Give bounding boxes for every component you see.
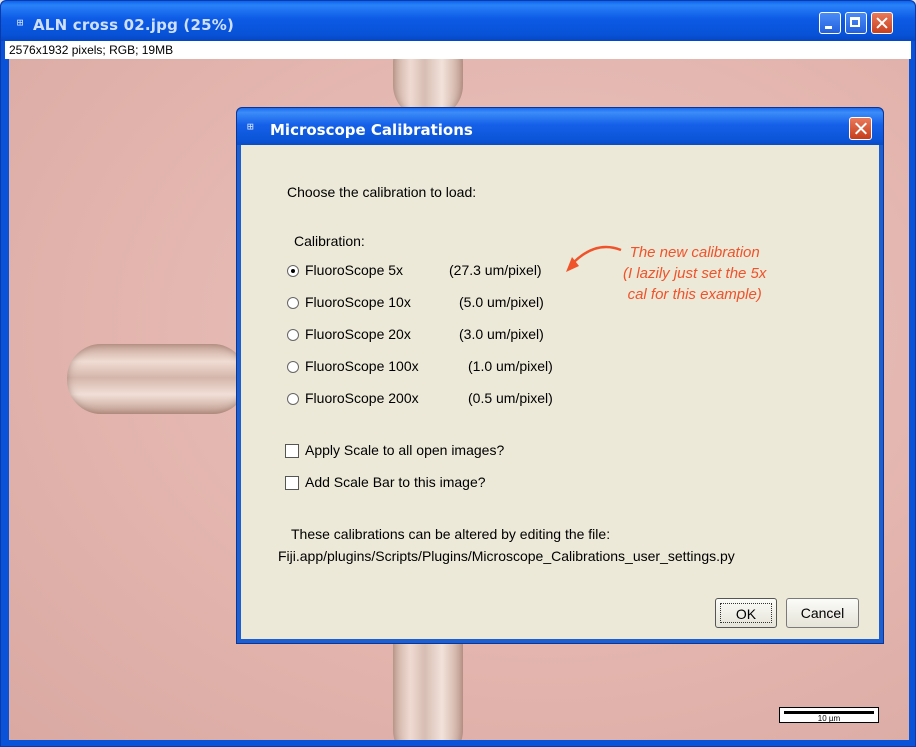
dialog-titlebar[interactable]: ⊞ Microscope Calibrations bbox=[237, 108, 883, 145]
calibration-dialog: ⊞ Microscope Calibrations Choose the cal… bbox=[236, 107, 884, 644]
imagej-icon: ⊞ bbox=[16, 16, 24, 29]
dialog-title: Microscope Calibrations bbox=[270, 121, 473, 139]
close-button[interactable] bbox=[871, 12, 893, 34]
minimize-icon bbox=[820, 13, 840, 33]
close-icon bbox=[872, 13, 892, 33]
dialog-close-button[interactable] bbox=[849, 117, 872, 140]
maximize-icon bbox=[846, 13, 866, 33]
maximize-button[interactable] bbox=[845, 12, 867, 34]
scale-bar: 10 µm bbox=[779, 707, 879, 723]
image-window-titlebar[interactable]: ⊞ ALN cross 02.jpg (25%) bbox=[1, 1, 915, 41]
scale-bar-label: 10 µm bbox=[817, 714, 841, 723]
imagej-icon: ⊞ bbox=[247, 120, 254, 133]
minimize-button[interactable] bbox=[819, 12, 841, 34]
annotation-arrow-icon bbox=[566, 245, 622, 272]
cross-structure-left bbox=[67, 344, 247, 414]
dialog-body: Choose the calibration to load: Calibrat… bbox=[241, 145, 879, 639]
image-window-title: ALN cross 02.jpg (25%) bbox=[33, 16, 235, 34]
image-info-line: 2576x1932 pixels; RGB; 19MB bbox=[5, 41, 911, 59]
